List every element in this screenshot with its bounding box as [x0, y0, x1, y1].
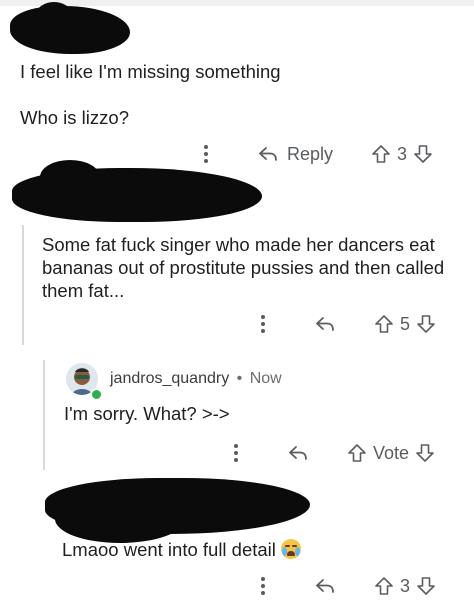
thread-line — [43, 360, 45, 470]
downvote-button[interactable] — [413, 144, 433, 164]
comment-actions-1: Reply 3 — [195, 142, 433, 166]
downvote-button[interactable] — [415, 443, 435, 463]
comment-body-1: I feel like I'm missing something Who is… — [20, 60, 281, 129]
comment-line: bananas out of prostitute pussies and th… — [42, 257, 445, 278]
reply-button[interactable] — [314, 577, 336, 595]
downvote-arrow-icon — [417, 577, 435, 595]
downvote-button[interactable] — [416, 576, 436, 596]
upvote-arrow-icon — [348, 444, 366, 462]
comment-line: Lmaoo went into full detail — [62, 539, 276, 560]
downvote-arrow-icon — [414, 145, 432, 163]
comment-actions-2: 5 — [252, 312, 436, 336]
comment-body-3: I'm sorry. What? >-> — [64, 402, 230, 425]
comment-line: I feel like I'm missing something — [20, 61, 281, 82]
meta-separator: • — [236, 370, 243, 387]
upvote-button[interactable] — [347, 443, 367, 463]
upvote-button[interactable] — [374, 576, 394, 596]
thread-line — [22, 225, 24, 345]
more-options-icon[interactable] — [195, 144, 217, 164]
comment-line: them fat... — [42, 280, 125, 301]
upvote-button[interactable] — [371, 144, 391, 164]
downvote-button[interactable] — [416, 314, 436, 334]
reply-button[interactable] — [314, 315, 336, 333]
downvote-arrow-icon — [417, 315, 435, 333]
comment-line: I'm sorry. What? >-> — [64, 403, 230, 424]
vote-score: 3 — [397, 143, 408, 164]
redacted-avatar — [40, 160, 100, 194]
more-options-icon[interactable] — [225, 443, 247, 463]
reply-label: Reply — [287, 143, 334, 164]
more-options-icon[interactable] — [252, 576, 274, 596]
upvote-arrow-icon — [375, 315, 393, 333]
redacted-avatar — [36, 2, 72, 28]
redacted-avatar — [55, 495, 185, 543]
reply-button[interactable] — [287, 444, 309, 462]
comment-body-2: Some fat fuck singer who made her dancer… — [42, 233, 444, 302]
upvote-button[interactable] — [374, 314, 394, 334]
reply-button[interactable]: Reply — [257, 144, 333, 165]
vote-score: 5 — [400, 313, 411, 334]
comment-line: Who is lizzo? — [20, 107, 129, 128]
upvote-arrow-icon — [372, 145, 390, 163]
crying-face-icon — [281, 539, 302, 559]
comment-body-4: Lmaoo went into full detail — [62, 538, 302, 561]
timestamp: Now — [249, 370, 282, 387]
more-options-icon[interactable] — [252, 314, 274, 334]
top-divider — [0, 0, 474, 6]
comment-line: Some fat fuck singer who made her dancer… — [42, 234, 435, 255]
comment-meta: jandros_quandry • Now — [110, 370, 282, 388]
downvote-arrow-icon — [416, 444, 434, 462]
comment-actions-3: Vote — [225, 441, 435, 465]
vote-label: Vote — [373, 442, 410, 463]
online-status-dot — [90, 388, 103, 401]
username[interactable]: jandros_quandry — [110, 370, 229, 387]
upvote-arrow-icon — [375, 577, 393, 595]
reply-arrow-icon — [316, 317, 334, 331]
reply-arrow-icon — [316, 579, 334, 593]
comment-actions-4: 3 — [252, 574, 436, 598]
vote-score: 3 — [400, 575, 411, 596]
reply-arrow-icon — [289, 446, 307, 460]
reply-arrow-icon — [259, 147, 277, 161]
comment-line — [20, 83, 281, 106]
